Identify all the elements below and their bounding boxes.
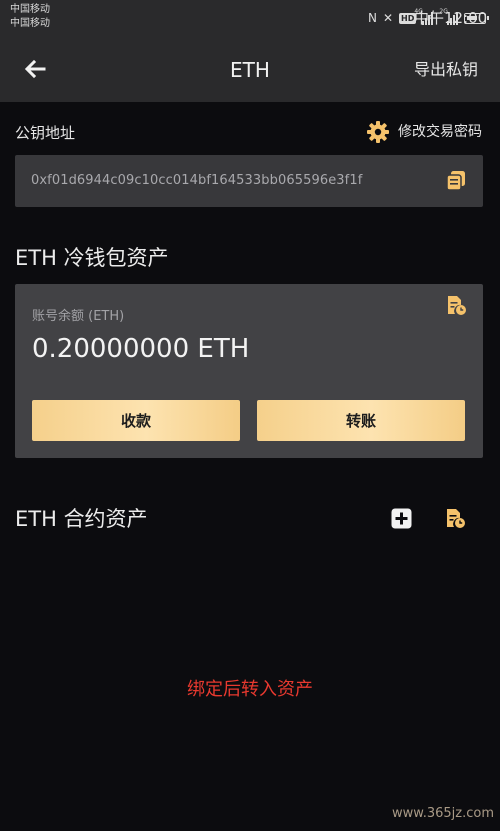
app-header: ETH 导出私钥 — [0, 36, 500, 102]
contract-assets-title: ETH 合约资产 — [15, 507, 148, 531]
record-icon[interactable] — [445, 294, 467, 316]
mute-icon: ✕ — [382, 11, 394, 25]
carrier-info: 中国移动 中国移动 — [10, 3, 50, 31]
cold-wallet-title: ETH 冷钱包资产 — [15, 246, 169, 270]
carrier-2: 中国移动 — [10, 18, 50, 29]
clock: 中午12:00 — [414, 9, 488, 27]
cold-wallet-card: 账号余额 (ETH) 0.20000000 ETH 收款 转账 — [15, 284, 483, 458]
balance-value: 0.20000000 ETH — [32, 334, 250, 364]
export-private-key-button[interactable]: 导出私钥 — [414, 60, 478, 80]
transfer-button[interactable]: 转账 — [257, 400, 465, 441]
change-password-button[interactable]: 修改交易密码 — [366, 120, 482, 144]
contract-record-icon[interactable] — [444, 507, 466, 529]
gear-icon — [367, 121, 389, 143]
copy-icon[interactable] — [445, 169, 467, 191]
receive-button[interactable]: 收款 — [32, 400, 240, 441]
public-key-label: 公钥地址 — [15, 124, 76, 142]
balance-label: 账号余额 (ETH) — [32, 309, 125, 324]
add-icon[interactable] — [391, 508, 412, 529]
address-box: 0xf01d6944c09c10cc014bf164533bb065596e3f… — [15, 155, 483, 207]
empty-contract-hint: 绑定后转入资产 — [187, 679, 313, 700]
carrier-1: 中国移动 — [10, 4, 50, 15]
status-bar: 中国移动 中国移动 N ✕ HD 4G 2G 中午12:00 — [0, 0, 500, 36]
watermark: www.365jz.com — [392, 806, 494, 821]
public-key-address: 0xf01d6944c09c10cc014bf164533bb065596e3f… — [31, 173, 363, 188]
change-password-label: 修改交易密码 — [398, 124, 482, 140]
nfc-icon: N — [368, 11, 377, 25]
